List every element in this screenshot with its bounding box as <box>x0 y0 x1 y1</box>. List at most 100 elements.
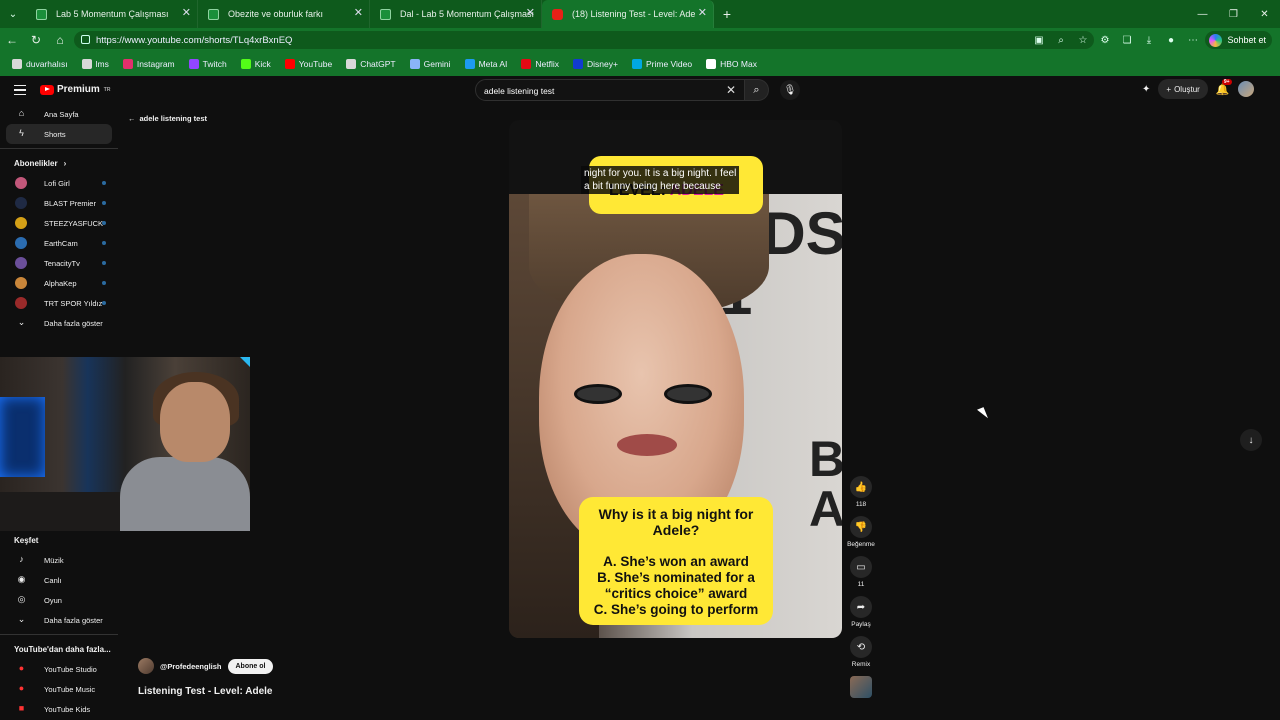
share-arrow-icon[interactable]: ➦ <box>850 596 872 618</box>
extensions-icon[interactable]: ⚙ <box>1096 31 1114 49</box>
question-card: Why is it a big night for Adele? A. She’… <box>579 497 773 625</box>
bookmark-item[interactable]: Netflix <box>515 54 565 74</box>
video-title[interactable]: Listening Test - Level: Adele <box>138 686 272 697</box>
bookmark-item[interactable]: Kick <box>235 54 277 74</box>
bookmark-item[interactable]: Meta AI <box>459 54 514 74</box>
youtube-page: Premium TR adele listening test ✕ ⌕ 🎙 ✦ + O… <box>0 76 1280 720</box>
browser-tab[interactable]: Dal - Lab 5 Momentum Çalışması ✕ <box>370 0 542 28</box>
sidebar-subscription[interactable]: BLAST Premier <box>6 193 112 213</box>
sidebar-item-live[interactable]: ◉ Canlı <box>6 570 112 590</box>
clear-search-icon[interactable]: ✕ <box>726 83 736 97</box>
download-icon[interactable]: ⤓ <box>1140 31 1158 49</box>
sidebar-item-label: AlphaKep <box>44 278 77 288</box>
avatar[interactable] <box>1237 81 1254 97</box>
chat-label: Sohbet et <box>1227 35 1266 45</box>
search-input[interactable]: adele listening test ✕ <box>475 79 745 101</box>
comment-icon[interactable]: ▭ <box>850 556 872 578</box>
close-tab-icon[interactable]: ✕ <box>354 6 363 19</box>
channel-avatar <box>15 257 27 269</box>
close-tab-icon[interactable]: ✕ <box>182 6 191 19</box>
sidebar-item-youtube-music[interactable]: ● YouTube Music <box>6 679 112 699</box>
back-arrow-icon[interactable]: ← <box>0 28 24 52</box>
sidebar-item-youtube-studio[interactable]: ● YouTube Studio <box>6 659 112 679</box>
new-tab-plus-icon[interactable]: + <box>714 0 740 28</box>
bookmark-item[interactable]: Prime Video <box>626 54 698 74</box>
sidebar-item-label: Müzik <box>44 555 64 565</box>
sidebar-subscription[interactable]: TRT SPOR Yıldız <box>6 293 112 313</box>
premium-gear-icon[interactable]: ✦ <box>1142 84 1150 95</box>
sidebar-item-gaming[interactable]: ◎ Oyun <box>6 590 112 610</box>
sidebar-subscription[interactable]: EarthCam <box>6 233 112 253</box>
bookmark-item[interactable]: Disney+ <box>567 54 624 74</box>
more-menu-icon[interactable]: ⋯ <box>1184 31 1202 49</box>
show-more-explore[interactable]: ⌄ Daha fazla göster <box>6 610 112 630</box>
bookmark-label: Gemini <box>423 59 451 69</box>
channel-info: @Profedeenglish Abone ol <box>138 658 274 674</box>
sidebar-subscription[interactable]: TenacityTv <box>6 253 112 273</box>
site-info-icon[interactable] <box>81 35 90 44</box>
subscribe-button[interactable]: Abone ol <box>227 658 274 674</box>
share-action[interactable]: ➦ Paylaş <box>848 596 874 628</box>
home-icon[interactable]: ⌂ <box>48 28 72 52</box>
tab-actions-chevron-icon[interactable]: ⌄ <box>0 0 26 28</box>
plus-icon: + <box>1166 84 1172 94</box>
zoom-icon[interactable]: ⌕ <box>1052 31 1070 49</box>
bookmark-item[interactable]: Gemini <box>404 54 457 74</box>
copilot-chat-button[interactable]: Sohbet et <box>1205 31 1272 49</box>
audio-thumbnail[interactable] <box>850 676 872 698</box>
bookmark-item[interactable]: HBO Max <box>700 54 763 74</box>
thumbs-up-icon[interactable]: 👍 <box>850 476 872 498</box>
sidebar-item-label: Canlı <box>44 575 62 585</box>
sidebar-item-shorts[interactable]: ϟ Shorts <box>6 124 112 144</box>
bookmark-item[interactable]: YouTube <box>279 54 338 74</box>
sidebar-item-home[interactable]: ⌂ Ana Sayfa <box>6 104 112 124</box>
bookmark-item[interactable]: Twitch <box>183 54 233 74</box>
browser-tab-active[interactable]: (18) Listening Test - Level: Ade ✕ <box>542 0 714 28</box>
section-title: YouTube'dan daha fazla... <box>14 644 111 654</box>
dislike-action[interactable]: 👎 Beğenme <box>847 516 875 548</box>
notifications-bell-icon[interactable]: 🔔 9+ <box>1216 78 1232 96</box>
url-field[interactable]: https://www.youtube.com/shorts/TLq4xrBxn… <box>74 31 1094 49</box>
sidebar-subscription[interactable]: STEEZYASFUCK <box>6 213 112 233</box>
close-tab-icon[interactable]: ✕ <box>526 6 535 19</box>
sidebar-subscription[interactable]: AlphaKep <box>6 273 112 293</box>
channel-avatar[interactable] <box>138 658 154 674</box>
back-to-search-link[interactable]: ← adele listening test <box>128 114 207 123</box>
favorite-star-icon[interactable]: ☆ <box>1074 31 1092 49</box>
browser-tab[interactable]: Obezite ve oburluk farkı ✕ <box>198 0 370 28</box>
profile-icon[interactable]: ● <box>1162 31 1180 49</box>
shorts-player[interactable]: RDS1 BA LEVEL: ADELE night for you. It i… <box>509 120 842 638</box>
menu-hamburger-icon[interactable] <box>14 85 26 95</box>
like-action[interactable]: 👍 118 <box>848 476 874 508</box>
comment-action[interactable]: ▭ 11 <box>848 556 874 588</box>
bookmark-item[interactable]: lms <box>76 54 115 74</box>
show-more-button[interactable]: ⌄ Daha fazla göster <box>6 313 112 333</box>
sidebar-item-music[interactable]: ♪ Müzik <box>6 550 112 570</box>
voice-search-mic-icon[interactable]: 🎙 <box>780 80 800 100</box>
new-content-dot <box>102 241 106 245</box>
remix-icon[interactable]: ⟲ <box>850 636 872 658</box>
close-tab-icon[interactable]: ✕ <box>698 6 707 19</box>
close-window-icon[interactable]: ✕ <box>1249 0 1280 28</box>
maximize-icon[interactable]: ❐ <box>1218 0 1249 28</box>
bookmark-item[interactable]: ChatGPT <box>340 54 401 74</box>
next-short-arrow-down-icon[interactable]: ↓ <box>1240 429 1262 451</box>
minimize-icon[interactable]: — <box>1187 0 1218 28</box>
create-button[interactable]: + Oluştur <box>1158 79 1208 99</box>
sidebar-subscription[interactable]: Lofi Girl <box>6 173 112 193</box>
browser-tab[interactable]: Lab 5 Momentum Çalışması ✕ <box>26 0 198 28</box>
bookmark-item[interactable]: Instagram <box>117 54 181 74</box>
bookmark-item[interactable]: duvarhalısı <box>6 54 74 74</box>
split-view-icon[interactable]: ▣ <box>1030 31 1048 49</box>
collections-icon[interactable]: ❏ <box>1118 31 1136 49</box>
reload-icon[interactable]: ↻ <box>24 28 48 52</box>
subscriptions-header[interactable]: Abonelikler › <box>0 153 118 173</box>
search-icon[interactable]: ⌕ <box>745 79 769 101</box>
channel-name[interactable]: @Profedeenglish <box>160 662 222 671</box>
sound-thumbnail[interactable] <box>848 676 874 698</box>
youtube-logo[interactable]: Premium TR <box>40 84 110 95</box>
thumbs-down-icon[interactable]: 👎 <box>850 516 872 538</box>
bookmark-favicon-icon <box>284 59 295 69</box>
remix-action[interactable]: ⟲ Remix <box>848 636 874 668</box>
sidebar-item-youtube-kids[interactable]: ■ YouTube Kids <box>6 699 112 719</box>
